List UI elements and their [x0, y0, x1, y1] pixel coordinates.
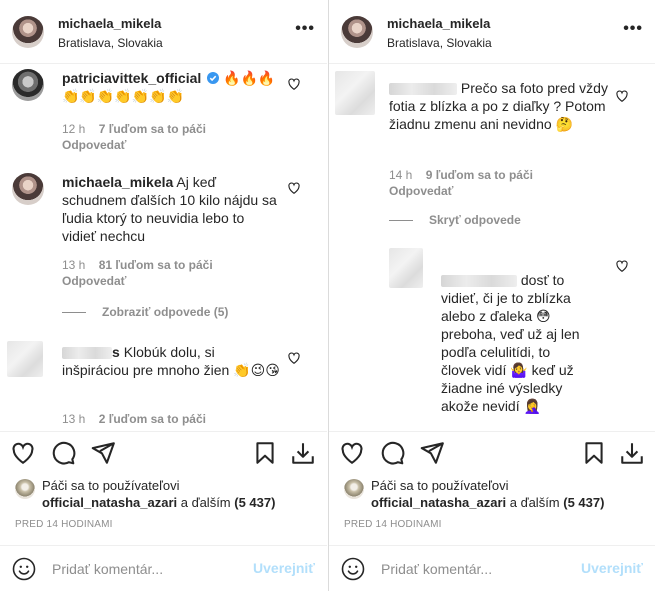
- heart-icon[interactable]: [339, 440, 365, 466]
- likes-summary: Páči sa to používateľovi official_natash…: [0, 477, 327, 517]
- comments-list[interactable]: Prečo sa foto pred vždy fotia z blízka a…: [329, 65, 655, 431]
- reply-emoji: 😳: [536, 308, 551, 324]
- liker-username[interactable]: official_natasha_azari: [371, 495, 506, 510]
- replies-divider: [62, 312, 86, 314]
- profile-avatar[interactable]: [12, 16, 44, 48]
- post-username[interactable]: michaela_mikela: [58, 16, 161, 31]
- comments-list[interactable]: patriciavittek_official 🔥🔥🔥 👏👏👏👏👏👏👏 12 h…: [0, 65, 327, 431]
- add-comment-bar: Uverejniť: [0, 545, 327, 591]
- likes-prefix: Páči sa to používateľovi: [371, 478, 509, 493]
- likes-summary: Páči sa to používateľovi official_natash…: [329, 477, 655, 517]
- comment-emoji: 👏👏👏👏👏👏👏: [62, 88, 185, 104]
- add-comment-bar: Uverejniť: [329, 545, 655, 591]
- comment-username-blurred[interactable]: [389, 83, 457, 96]
- comment-likes-count[interactable]: 9 ľuďom sa to páči: [426, 168, 533, 182]
- post-timestamp[interactable]: PRED 14 HODINAMI: [344, 519, 442, 530]
- liker-avatar[interactable]: [15, 479, 35, 499]
- likes-middle: a ďalším: [506, 495, 564, 510]
- comment-emoji: 👏😉😘: [233, 362, 280, 378]
- reply-button[interactable]: Odpovedať: [62, 138, 126, 152]
- comment-likes-count[interactable]: 2 ľuďom sa to páči: [99, 412, 206, 426]
- verified-badge-icon: [207, 72, 220, 84]
- reply-avatar[interactable]: [389, 248, 423, 288]
- heart-icon[interactable]: [10, 440, 36, 466]
- post-actions-bar: [329, 431, 655, 475]
- post-header: michaela_mikela Bratislava, Slovakia •••: [329, 0, 655, 64]
- reply-button[interactable]: Odpovedať: [62, 274, 126, 288]
- more-options-icon[interactable]: •••: [623, 20, 643, 38]
- comment-username[interactable]: s: [112, 344, 120, 360]
- profile-avatar[interactable]: [341, 16, 373, 48]
- likes-middle: a ďalším: [177, 495, 235, 510]
- comment-avatar[interactable]: [12, 69, 44, 101]
- likes-prefix: Páči sa to používateľovi: [42, 478, 180, 493]
- hide-replies-label: Skryť odpovede: [429, 213, 521, 227]
- download-icon[interactable]: [290, 440, 316, 466]
- replies-divider: [389, 220, 413, 222]
- comment-time[interactable]: 14 h: [389, 168, 412, 182]
- likes-count[interactable]: (5 437): [234, 495, 275, 510]
- view-replies-label: Zobraziť odpovede (5): [102, 305, 229, 319]
- likes-line: official_natasha_azari a ďalším (5 437): [42, 495, 275, 510]
- comment-like-icon[interactable]: [287, 351, 301, 365]
- comment-like-icon[interactable]: [615, 259, 629, 273]
- comment-avatar[interactable]: [335, 71, 375, 115]
- post-location[interactable]: Bratislava, Slovakia: [387, 36, 492, 50]
- left-post-panel: michaela_mikela Bratislava, Slovakia •••…: [0, 0, 327, 591]
- comment-avatar[interactable]: [7, 341, 43, 377]
- comment-time[interactable]: 12 h: [62, 122, 85, 136]
- comment-avatar[interactable]: [12, 173, 44, 205]
- comment-like-icon[interactable]: [615, 89, 629, 103]
- paper-plane-icon[interactable]: [90, 440, 116, 466]
- comment-input[interactable]: [52, 558, 242, 580]
- comment-icon[interactable]: [379, 440, 405, 466]
- post-location[interactable]: Bratislava, Slovakia: [58, 36, 163, 50]
- more-options-icon[interactable]: •••: [295, 20, 315, 38]
- comment-emoji: 🔥🔥🔥: [223, 70, 276, 86]
- reply-item: dosť to vidieť, či je to zblízka alebo z…: [329, 243, 655, 423]
- comment-time[interactable]: 13 h: [62, 412, 85, 426]
- paper-plane-icon[interactable]: [419, 440, 445, 466]
- comment-item: Prečo sa foto pred vždy fotia z blízka a…: [329, 65, 655, 227]
- liker-avatar[interactable]: [344, 479, 364, 499]
- view-replies-button[interactable]: Zobraziť odpovede (5): [62, 305, 228, 319]
- likes-line: official_natasha_azari a ďalším (5 437): [371, 495, 604, 510]
- comment-item: s Klobúk dolu, si inšpiráciou pre mnoho …: [0, 335, 327, 431]
- reply-button[interactable]: Odpovedať: [389, 184, 453, 198]
- comment-username[interactable]: michaela_mikela: [62, 174, 173, 190]
- right-post-panel: michaela_mikela Bratislava, Slovakia •••…: [328, 0, 655, 591]
- reply-emoji: 🤷‍♀️: [510, 362, 528, 378]
- post-comment-button[interactable]: Uverejniť: [581, 560, 643, 576]
- post-timestamp[interactable]: PRED 14 HODINAMI: [15, 519, 113, 530]
- smiley-icon[interactable]: [341, 557, 365, 581]
- comment-username-blurred[interactable]: [62, 347, 112, 360]
- likes-count[interactable]: (5 437): [563, 495, 604, 510]
- comment-likes-count[interactable]: 7 ľuďom sa to páči: [99, 122, 206, 136]
- comment-username[interactable]: patriciavittek_official: [62, 70, 201, 86]
- smiley-icon[interactable]: [12, 557, 36, 581]
- comment-like-icon[interactable]: [287, 181, 301, 195]
- reply-emoji: 🤦‍♀️: [523, 398, 541, 414]
- download-icon[interactable]: [619, 440, 645, 466]
- comment-emoji: 🤔: [555, 116, 573, 132]
- bookmark-icon[interactable]: [581, 440, 607, 466]
- reply-username-blurred[interactable]: [441, 275, 517, 288]
- post-comment-button[interactable]: Uverejniť: [253, 560, 315, 576]
- comment-icon[interactable]: [50, 440, 76, 466]
- comment-like-icon[interactable]: [287, 77, 301, 91]
- hide-replies-button[interactable]: Skryť odpovede: [389, 213, 521, 227]
- comment-likes-count[interactable]: 81 ľuďom sa to páči: [99, 258, 213, 272]
- post-actions-bar: [0, 431, 327, 475]
- bookmark-icon[interactable]: [252, 440, 278, 466]
- comment-item: patriciavittek_official 🔥🔥🔥 👏👏👏👏👏👏👏 12 h…: [0, 65, 327, 155]
- comment-item: michaela_mikela Aj keď schudnem ďalších …: [0, 169, 327, 329]
- post-username[interactable]: michaela_mikela: [387, 16, 490, 31]
- liker-username[interactable]: official_natasha_azari: [42, 495, 177, 510]
- post-header: michaela_mikela Bratislava, Slovakia •••: [0, 0, 327, 64]
- comment-time[interactable]: 13 h: [62, 258, 85, 272]
- comment-input[interactable]: [381, 558, 571, 580]
